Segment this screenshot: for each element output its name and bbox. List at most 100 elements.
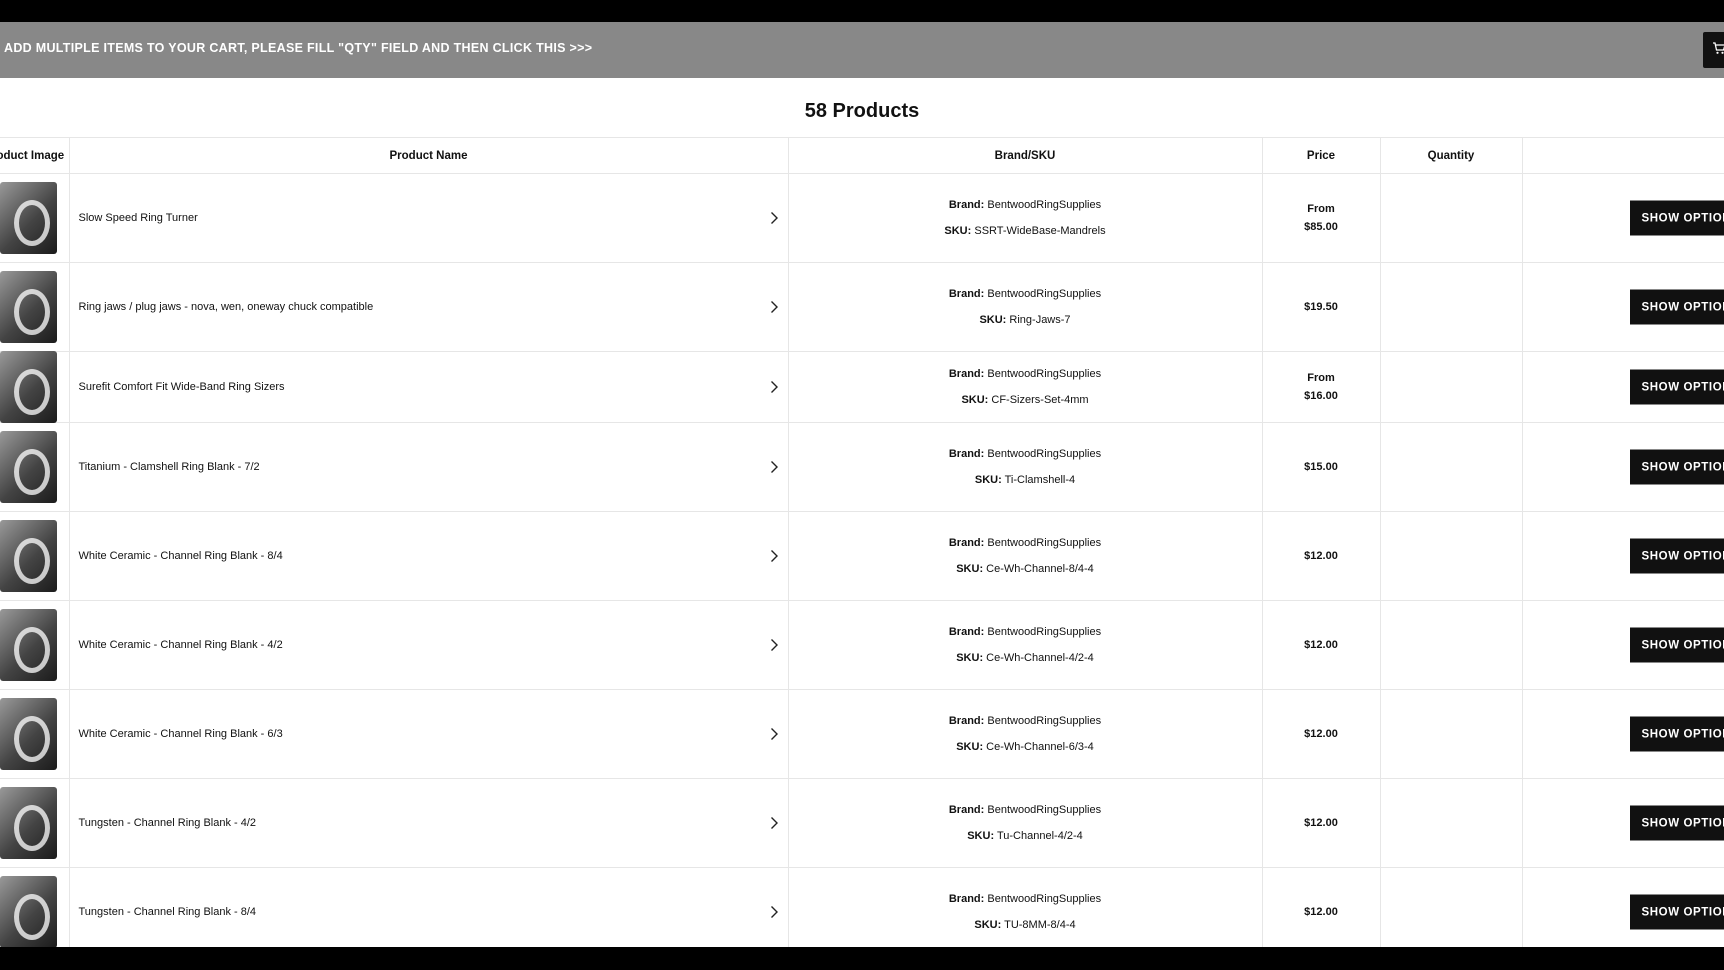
product-thumbnail[interactable] <box>0 876 57 947</box>
brand-sku-cell: Brand: BentwoodRingSupplies SKU: Ce-Wh-Ch… <box>788 511 1263 601</box>
table-row: Titanium - Clamshell Ring Blank - 7/2 Bra… <box>0 422 1724 512</box>
product-image-cell <box>0 778 70 868</box>
table-row: Tungsten - Channel Ring Blank - 8/4 Brand… <box>0 867 1724 947</box>
brand-sku-cell: Brand: BentwoodRingSupplies SKU: CF-Sizer… <box>788 351 1263 423</box>
product-name[interactable]: Slow Speed Ring Turner <box>70 212 788 224</box>
brand-label: Brand: <box>948 893 985 905</box>
product-name-cell[interactable]: Ring jaws / plug jaws - nova, wen, onewa… <box>69 262 789 352</box>
product-thumbnail[interactable] <box>0 698 57 770</box>
show-options-button[interactable]: SHOW OPTIONS <box>1629 805 1724 841</box>
chevron-right-icon[interactable] <box>766 548 782 564</box>
sku-value: Ti-Clamshell-4 <box>1004 474 1076 486</box>
bulk-add-cart-button[interactable] <box>1703 32 1724 68</box>
product-name[interactable]: Titanium - Clamshell Ring Blank - 7/2 <box>70 461 788 473</box>
product-name[interactable]: White Ceramic - Channel Ring Blank - 6/3 <box>70 728 788 740</box>
column-header-quantity: Quantity <box>1380 137 1523 174</box>
show-options-button[interactable]: SHOW OPTIONS <box>1629 894 1724 930</box>
product-name[interactable]: Tungsten - Channel Ring Blank - 8/4 <box>70 906 788 918</box>
brand-label: Brand: <box>948 537 985 549</box>
price-cell: From $16.00 <box>1262 351 1381 423</box>
brand-line: Brand: BentwoodRingSupplies <box>789 530 1262 556</box>
brand-value: BentwoodRingSupplies <box>987 199 1102 211</box>
show-options-button[interactable]: SHOW OPTIONS <box>1629 627 1724 663</box>
sku-value: CF-Sizers-Set-4mm <box>991 394 1089 406</box>
chevron-right-icon[interactable] <box>766 210 782 226</box>
price-value: $15.00 <box>1304 461 1338 473</box>
brand-sku-cell: Brand: BentwoodRingSupplies SKU: Tu-Chann… <box>788 778 1263 868</box>
product-name-cell[interactable]: White Ceramic - Channel Ring Blank - 4/2 <box>69 600 789 690</box>
show-options-button[interactable]: SHOW OPTIONS <box>1629 200 1724 236</box>
show-options-button[interactable]: SHOW OPTIONS <box>1629 289 1724 325</box>
product-thumbnail[interactable] <box>0 431 57 503</box>
brand-sku-cell: Brand: BentwoodRingSupplies SKU: Ring-Jaw… <box>788 262 1263 352</box>
product-thumbnail[interactable] <box>0 787 57 859</box>
actions-cell: SHOW OPTIONS <box>1522 422 1724 512</box>
show-options-button[interactable]: SHOW OPTIONS <box>1629 449 1724 485</box>
sku-label: SKU: <box>979 314 1007 326</box>
quantity-cell <box>1380 600 1523 690</box>
product-name-cell[interactable]: Surefit Comfort Fit Wide-Band Ring Sizer… <box>69 351 789 423</box>
product-name[interactable]: Ring jaws / plug jaws - nova, wen, onewa… <box>70 301 788 313</box>
sku-value: Ring-Jaws-7 <box>1009 314 1071 326</box>
show-options-button[interactable]: SHOW OPTIONS <box>1629 369 1724 405</box>
sku-line: SKU: Ring-Jaws-7 <box>789 307 1262 333</box>
table-header-row: Product Image Product Name Brand/SKU Pri… <box>0 137 1724 174</box>
chevron-right-icon[interactable] <box>766 299 782 315</box>
product-name-cell[interactable]: Tungsten - Channel Ring Blank - 8/4 <box>69 867 789 947</box>
brand-line: Brand: BentwoodRingSupplies <box>789 708 1262 734</box>
price-from-label: From <box>1307 372 1335 384</box>
product-thumbnail[interactable] <box>0 271 57 343</box>
sku-label: SKU: <box>956 563 984 575</box>
product-name[interactable]: Tungsten - Channel Ring Blank - 4/2 <box>70 817 788 829</box>
price-cell: From $85.00 <box>1262 173 1381 263</box>
sku-value: Tu-Channel-4/2-4 <box>996 830 1083 842</box>
sku-line: SKU: SSRT-WideBase-Mandrels <box>789 218 1262 244</box>
table-row: White Ceramic - Channel Ring Blank - 4/2… <box>0 600 1724 690</box>
product-name-cell[interactable]: Titanium - Clamshell Ring Blank - 7/2 <box>69 422 789 512</box>
sku-label: SKU: <box>956 652 984 664</box>
price-value: $12.00 <box>1304 728 1338 740</box>
sku-label: SKU: <box>967 830 995 842</box>
product-name-cell[interactable]: Slow Speed Ring Turner <box>69 173 789 263</box>
product-name-cell[interactable]: White Ceramic - Channel Ring Blank - 6/3 <box>69 689 789 779</box>
quantity-cell <box>1380 778 1523 868</box>
quantity-cell <box>1380 689 1523 779</box>
product-image-cell <box>0 867 70 947</box>
chevron-right-icon[interactable] <box>766 815 782 831</box>
product-name[interactable]: White Ceramic - Channel Ring Blank - 8/4 <box>70 550 788 562</box>
brand-value: BentwoodRingSupplies <box>987 537 1102 549</box>
brand-label: Brand: <box>948 288 985 300</box>
chevron-right-icon[interactable] <box>766 637 782 653</box>
price-cell: $12.00 <box>1262 778 1381 868</box>
product-name-cell[interactable]: Tungsten - Channel Ring Blank - 4/2 <box>69 778 789 868</box>
brand-line: Brand: BentwoodRingSupplies <box>789 361 1262 387</box>
quantity-cell <box>1380 867 1523 947</box>
sku-label: SKU: <box>974 919 1002 931</box>
brand-line: Brand: BentwoodRingSupplies <box>789 281 1262 307</box>
chevron-right-icon[interactable] <box>766 459 782 475</box>
product-thumbnail[interactable] <box>0 520 57 592</box>
product-thumbnail[interactable] <box>0 351 57 423</box>
product-thumbnail[interactable] <box>0 609 57 681</box>
table-row: White Ceramic - Channel Ring Blank - 6/3… <box>0 689 1724 779</box>
column-header-name: Product Name <box>69 137 789 174</box>
price-value: $85.00 <box>1304 221 1338 233</box>
brand-line: Brand: BentwoodRingSupplies <box>789 441 1262 467</box>
table-row: Surefit Comfort Fit Wide-Band Ring Sizer… <box>0 351 1724 423</box>
chevron-right-icon[interactable] <box>766 379 782 395</box>
show-options-button[interactable]: SHOW OPTIONS <box>1629 716 1724 752</box>
product-name-cell[interactable]: White Ceramic - Channel Ring Blank - 8/4 <box>69 511 789 601</box>
brand-value: BentwoodRingSupplies <box>987 626 1102 638</box>
table-row: Slow Speed Ring Turner Brand: BentwoodRin… <box>0 173 1724 263</box>
brand-label: Brand: <box>948 715 985 727</box>
sku-value: SSRT-WideBase-Mandrels <box>974 225 1106 237</box>
chevron-right-icon[interactable] <box>766 904 782 920</box>
chevron-right-icon[interactable] <box>766 726 782 742</box>
brand-label: Brand: <box>948 368 985 380</box>
product-thumbnail[interactable] <box>0 182 57 254</box>
price-cell: $12.00 <box>1262 689 1381 779</box>
product-name[interactable]: White Ceramic - Channel Ring Blank - 4/2 <box>70 639 788 651</box>
product-name[interactable]: Surefit Comfort Fit Wide-Band Ring Sizer… <box>70 381 788 393</box>
show-options-button[interactable]: SHOW OPTIONS <box>1629 538 1724 574</box>
price-value: $12.00 <box>1304 550 1338 562</box>
